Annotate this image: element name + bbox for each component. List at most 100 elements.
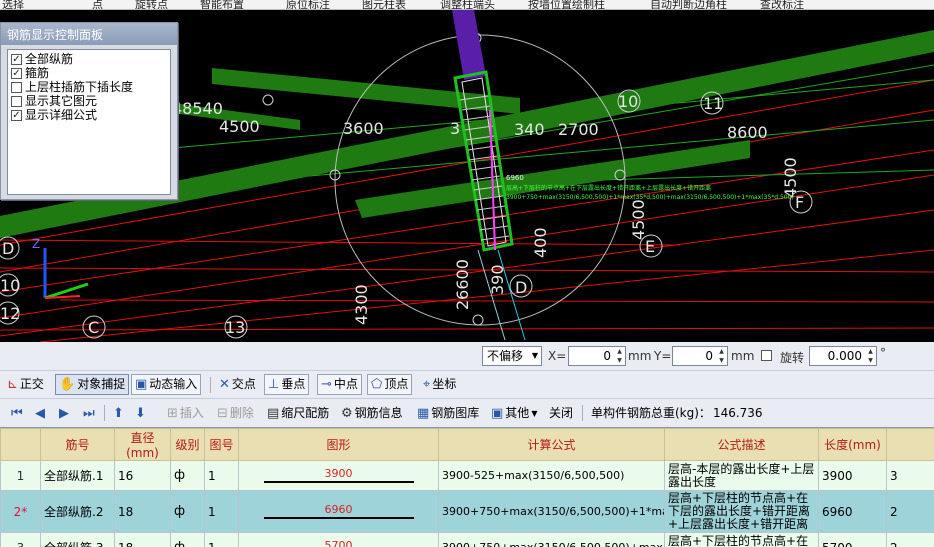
spinner-icon[interactable]: ▲ ▼ [716, 347, 727, 365]
cell-formula[interactable]: 3900-525+max(3150/6,500,500) [438, 460, 665, 491]
checkbox-icon[interactable] [11, 95, 22, 107]
menu-item-check-annotation[interactable]: 查改标注 [760, 0, 804, 9]
cell-desc[interactable]: 层高-本层的露出长度+上层露出长度 [664, 460, 819, 491]
object-snap-button[interactable]: ✋ 对象捕捉 [55, 374, 130, 395]
rebar-library-button[interactable]: ▦ 钢筋图库 [414, 403, 482, 424]
cell-shape[interactable]: 3900 [238, 460, 439, 491]
label-3600: 3600 [343, 119, 384, 138]
label-4300: 4300 [352, 284, 371, 325]
intersection-button[interactable]: ✕ 交点 [216, 374, 259, 395]
scale-rebar-button[interactable]: ▤ 缩尺配筋 [264, 403, 332, 424]
checkbox-icon[interactable]: ✓ [11, 109, 22, 121]
cell-fig[interactable]: 1 [204, 532, 239, 547]
option-upper-dowel-length[interactable]: 上层柱插筋下插长度 [11, 80, 167, 94]
chevron-down-icon[interactable]: ▼ [532, 347, 538, 365]
menu-item-rotate-point[interactable]: 旋转点 [135, 0, 168, 9]
menu-item-inplace-annotation[interactable]: 原位标注 [286, 0, 330, 9]
menu-item-draw-by-wall[interactable]: 按墙位置绘制柱 [528, 0, 605, 9]
menu-item-column-table[interactable]: 图元柱表 [362, 0, 406, 9]
header-desc[interactable]: 公式描述 [664, 428, 819, 461]
header-grade[interactable]: 级别 [170, 428, 205, 461]
dynamic-input-button[interactable]: ▣ 动态输入 [131, 374, 202, 395]
header-shape[interactable]: 图形 [238, 428, 439, 461]
option-stirrup[interactable]: ✓ 箍筋 [11, 66, 167, 80]
offset-mode-select[interactable]: 不偏移 ▼ [482, 346, 542, 366]
orthogonal-button[interactable]: ⊾ 正交 [4, 374, 47, 395]
midpoint-button[interactable]: ⊸ 中点 [317, 374, 362, 395]
rotate-checkbox[interactable] [761, 350, 772, 361]
option-show-other-elements[interactable]: 显示其它图元 [11, 94, 167, 108]
cell-shape[interactable]: 5700 [238, 532, 439, 547]
coordinate-button[interactable]: ⌖ 坐标 [420, 374, 459, 395]
option-all-longitudinal[interactable]: ✓ 全部纵筋 [11, 52, 167, 66]
cell-length[interactable]: 6960 [818, 490, 887, 533]
last-record-button[interactable]: ⏭ [80, 403, 98, 424]
cell-shape[interactable]: 6960 [238, 490, 439, 533]
cell-length[interactable]: 3900 [818, 460, 887, 491]
next-record-button[interactable]: ▶ [56, 403, 72, 424]
rebar-display-panel[interactable]: 钢筋显示控制面板 ✓ 全部纵筋 ✓ 箍筋 上层柱插筋下插长度 显示其它图元 ✓ 显示详… [0, 22, 178, 200]
header-formula[interactable]: 计算公式 [438, 428, 665, 461]
cell-count[interactable]: 2 [886, 532, 934, 547]
close-button[interactable]: 关闭 [546, 403, 576, 424]
checkbox-icon[interactable]: ✓ [11, 67, 22, 79]
cell-grade[interactable]: ф [170, 532, 205, 547]
cell-diameter[interactable]: 18 [114, 490, 171, 533]
menu-item-auto-corner-column[interactable]: 自动判断边角柱 [650, 0, 727, 9]
perpendicular-button[interactable]: ⊥ 垂点 [264, 374, 310, 395]
cell-desc[interactable]: 层高+下层柱的节点高+在下层 [664, 532, 819, 547]
move-down-button[interactable]: ⬇ [132, 403, 149, 424]
menu-item-select[interactable]: 选择 [2, 0, 24, 9]
dynamic-input-icon: ▣ [135, 377, 148, 392]
header-fig[interactable]: 图号 [204, 428, 239, 461]
axis-label-12b: 12 [0, 304, 20, 323]
delete-button[interactable]: ⊟ 删除 [214, 403, 257, 424]
cell-desc[interactable]: 层高+下层柱的节点高+在下层的露出长度+错开距离+上层露出长度+错开距离 [664, 490, 819, 533]
cell-count[interactable]: 3 [886, 460, 934, 491]
cell-name[interactable]: 全部纵筋.3 [40, 532, 115, 547]
panel-title[interactable]: 钢筋显示控制面板 [1, 23, 177, 45]
x-label: X= [548, 349, 567, 363]
header-name[interactable]: 筋号 [40, 428, 115, 461]
cell-name[interactable]: 全部纵筋.2 [40, 490, 115, 533]
previous-record-button[interactable]: ◀ [32, 403, 48, 424]
checkbox-icon[interactable] [11, 81, 22, 93]
cell-diameter[interactable]: 18 [114, 532, 171, 547]
table-row-selected[interactable]: 2* 全部纵筋.2 18 ф 1 6960 3900+750+max(3150/… [0, 490, 934, 533]
cell-length[interactable]: 5700 [818, 532, 887, 547]
menu-item-smart-layout[interactable]: 智能布置 [200, 0, 244, 9]
cell-grade[interactable]: ф [170, 460, 205, 491]
checkbox-icon[interactable]: ✓ [11, 53, 22, 65]
move-up-button[interactable]: ⬆ [110, 403, 127, 424]
cell-fig[interactable]: 1 [204, 490, 239, 533]
table-row[interactable]: 1 全部纵筋.1 16 ф 1 3900 3900-525+max(3150/6… [0, 460, 934, 491]
spinner-icon[interactable]: ▲ ▼ [865, 347, 876, 365]
cell-diameter[interactable]: 16 [114, 460, 171, 491]
cell-formula[interactable]: 3900+750+max(3150/6,500,500)+max(3150/6,… [438, 532, 665, 547]
other-menu-button[interactable]: ▣ 其他 ▼ [488, 403, 540, 424]
rebar-grid[interactable]: 筋号 直径(mm) 级别 图号 图形 计算公式 公式描述 长度(mm) 1 全部… [0, 427, 934, 547]
header-diameter[interactable]: 直径(mm) [114, 428, 171, 461]
x-input[interactable]: 0 ▲ ▼ [568, 346, 626, 366]
cell-count[interactable]: 2 [886, 490, 934, 533]
menu-item-adjust-column-end[interactable]: 调整柱端头 [440, 0, 495, 9]
rotate-input[interactable]: 0.000 ▲ ▼ [809, 346, 877, 366]
cell-name[interactable]: 全部纵筋.1 [40, 460, 115, 491]
cell-fig[interactable]: 1 [204, 460, 239, 491]
vertex-icon: ⬠ [371, 377, 383, 392]
vertex-button[interactable]: ⬠ 顶点 [367, 374, 413, 395]
spinner-icon[interactable]: ▲ ▼ [614, 347, 625, 365]
header-count[interactable] [886, 428, 934, 461]
y-input[interactable]: 0 ▲ ▼ [672, 346, 728, 366]
cell-grade[interactable]: ф [170, 490, 205, 533]
table-row[interactable]: 3 全部纵筋.3 18 ф 1 5700 3900+750+max(3150/6… [0, 532, 934, 547]
rebar-info-button[interactable]: ⚙ 钢筋信息 [338, 403, 406, 424]
row-number: 3 [0, 532, 41, 547]
cell-formula[interactable]: 3900+750+max(3150/6,500,500)+1*max(35*d,… [438, 490, 665, 533]
menu-item-point[interactable]: 点 [92, 0, 103, 9]
option-show-detail-formula[interactable]: ✓ 显示详细公式 [11, 108, 167, 122]
insert-button[interactable]: ⊞ 插入 [164, 403, 207, 424]
header-length[interactable]: 长度(mm) [818, 428, 887, 461]
first-record-button[interactable]: ⏮ [8, 403, 26, 424]
3d-viewport[interactable]: 48540 4500 3600 3 340 2700 8600 10 11 F … [0, 10, 934, 342]
